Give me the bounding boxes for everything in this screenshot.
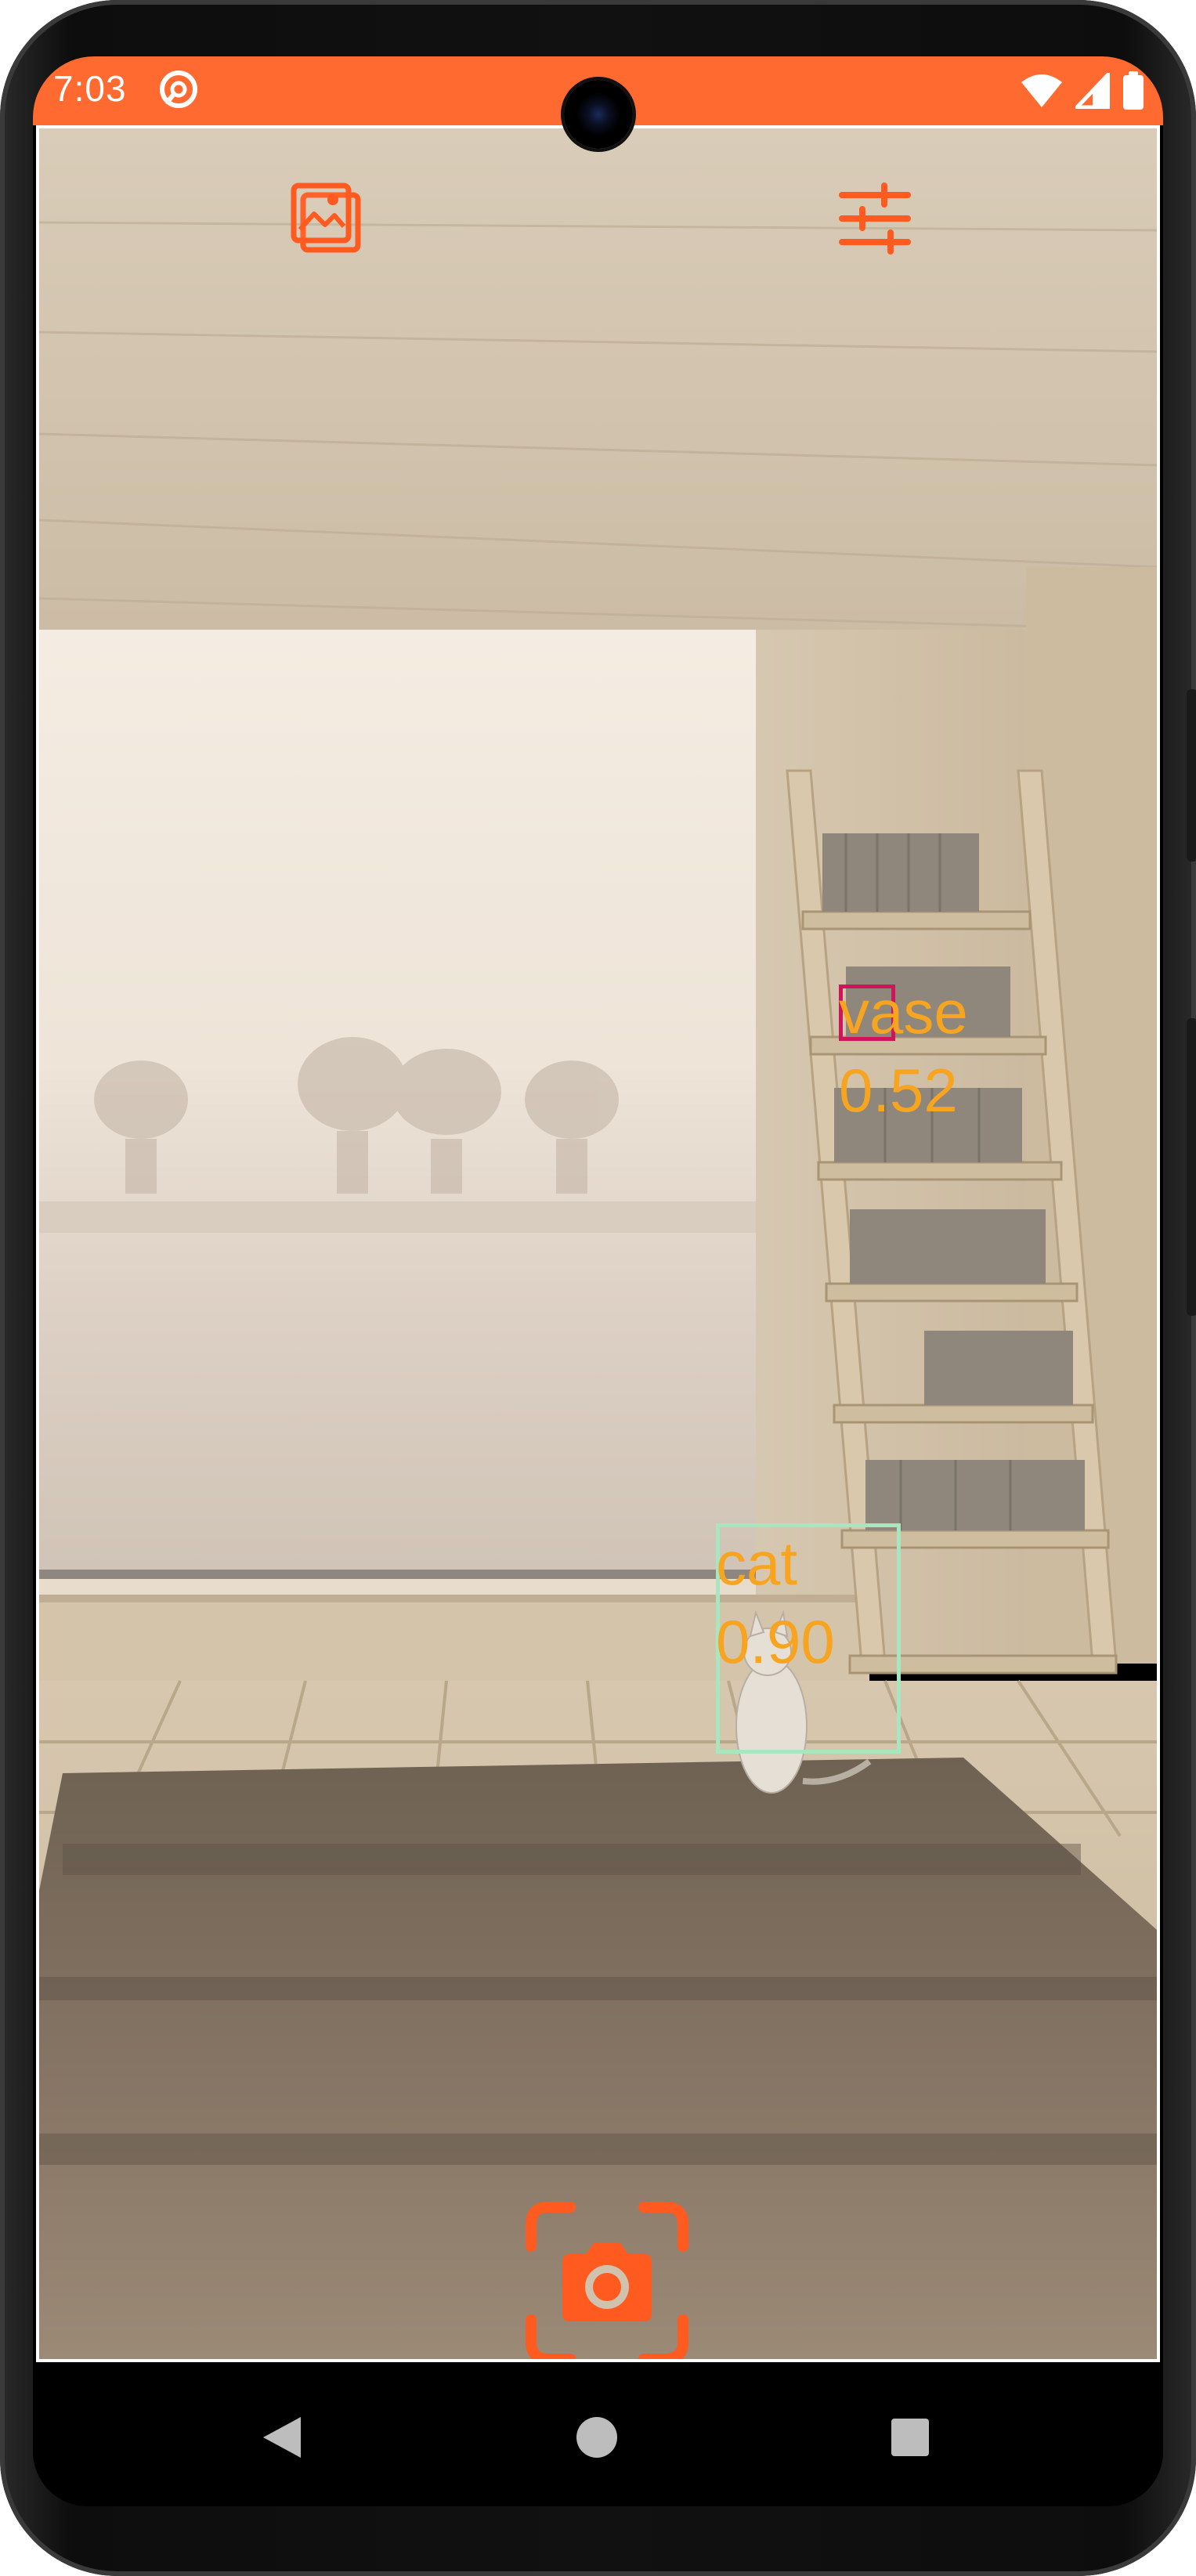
capture-button[interactable] xyxy=(520,2196,694,2359)
battery-icon xyxy=(1123,71,1144,110)
detection-class: vase xyxy=(839,977,968,1046)
wifi-icon xyxy=(1021,74,1062,107)
detection-score: 0.52 xyxy=(839,1056,958,1125)
detection-label-vase: vase 0.52 xyxy=(839,973,968,1129)
camera-preview-scene xyxy=(39,128,1157,2359)
gallery-icon xyxy=(291,182,361,253)
status-icons xyxy=(1021,69,1144,113)
volume-button xyxy=(1187,689,1196,862)
cellular-signal-icon xyxy=(1075,73,1110,109)
navigation-bar xyxy=(33,2367,1163,2506)
gallery-button[interactable] xyxy=(284,175,370,262)
power-button xyxy=(1187,1018,1196,1316)
screen: 7:03 vase 0.52 cat 0.90 xyxy=(33,56,1163,2506)
back-button[interactable] xyxy=(243,2398,321,2477)
detection-score: 0.90 xyxy=(716,1607,835,1676)
front-camera xyxy=(564,80,633,149)
detection-label-cat: cat 0.90 xyxy=(716,1524,835,1681)
tune-sliders-icon xyxy=(839,182,911,255)
recents-square-icon xyxy=(891,2419,929,2456)
detection-class: cat xyxy=(716,1529,798,1598)
home-circle-icon xyxy=(576,2417,617,2458)
recents-button[interactable] xyxy=(871,2398,949,2477)
camera-capture-icon xyxy=(526,2202,688,2359)
settings-button[interactable] xyxy=(832,175,918,262)
phone-frame: 7:03 vase 0.52 cat 0.90 xyxy=(0,0,1196,2576)
camera-viewfinder[interactable]: vase 0.52 cat 0.90 xyxy=(36,125,1160,2362)
home-button[interactable] xyxy=(558,2398,636,2477)
back-triangle-icon xyxy=(263,2417,301,2458)
app-notification-icon xyxy=(160,70,197,108)
status-time: 7:03 xyxy=(53,68,127,109)
